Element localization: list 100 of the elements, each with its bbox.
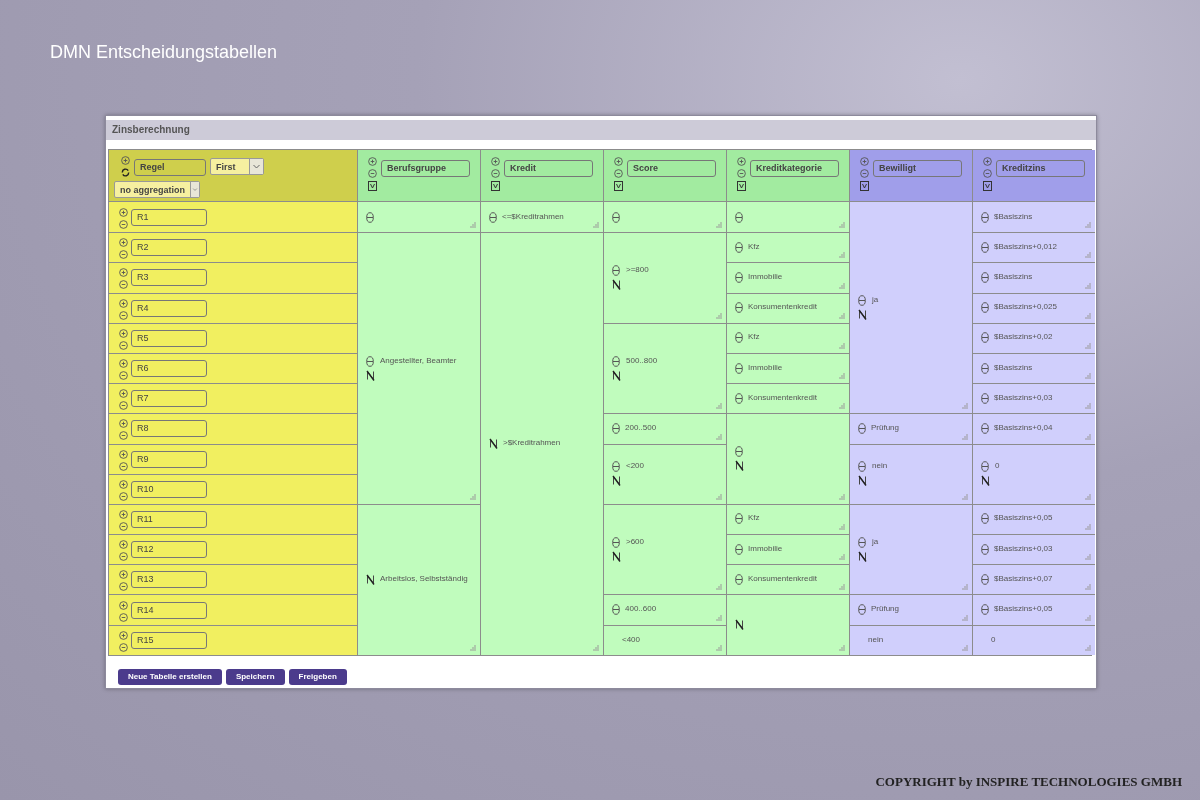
resize-grip-icon[interactable] — [1085, 312, 1091, 319]
expression-icon[interactable] — [981, 302, 989, 314]
add-icon[interactable] — [119, 268, 128, 278]
rule-id-input[interactable]: R2 — [131, 239, 207, 257]
negate-icon[interactable] — [612, 278, 621, 290]
expression-icon[interactable] — [366, 211, 374, 223]
column-name-input[interactable]: Kreditzins — [996, 160, 1085, 177]
add-icon[interactable] — [119, 449, 128, 459]
add-icon[interactable] — [119, 570, 128, 580]
expression-icon[interactable] — [981, 241, 989, 253]
expression-icon[interactable] — [366, 355, 374, 367]
add-icon[interactable] — [119, 328, 128, 338]
add-icon[interactable] — [860, 157, 869, 166]
negate-icon[interactable] — [612, 550, 621, 562]
remove-icon[interactable] — [119, 461, 128, 471]
resize-grip-icon[interactable] — [962, 614, 968, 621]
negate-icon[interactable] — [366, 369, 375, 381]
resize-grip-icon[interactable] — [716, 644, 722, 651]
expression-icon[interactable] — [981, 211, 989, 223]
column-name-input[interactable]: Berufsgruppe — [381, 160, 470, 177]
rule-id-input[interactable]: R1 — [131, 208, 207, 226]
rule-id-input[interactable]: R13 — [131, 571, 207, 589]
add-icon[interactable] — [491, 157, 500, 166]
resize-grip-icon[interactable] — [1085, 493, 1091, 500]
remove-icon[interactable] — [119, 401, 128, 411]
expression-icon[interactable] — [735, 513, 743, 525]
remove-icon[interactable] — [119, 250, 128, 260]
resize-grip-icon[interactable] — [470, 644, 476, 651]
expression-icon[interactable] — [981, 392, 989, 404]
expression-icon[interactable] — [981, 271, 989, 283]
add-icon[interactable] — [119, 630, 128, 640]
resize-grip-icon[interactable] — [1085, 644, 1091, 651]
resize-grip-icon[interactable] — [716, 312, 722, 319]
resize-grip-icon[interactable] — [962, 493, 968, 500]
action-button[interactable]: Speichern — [225, 668, 285, 685]
expression-icon[interactable] — [612, 604, 620, 616]
remove-icon[interactable] — [119, 521, 128, 531]
remove-icon[interactable] — [983, 169, 992, 178]
rule-id-input[interactable]: R12 — [131, 541, 207, 559]
rule-id-input[interactable]: R6 — [131, 360, 207, 378]
expression-icon[interactable] — [981, 513, 989, 525]
rule-id-input[interactable]: R15 — [131, 631, 207, 649]
negate-icon[interactable] — [366, 573, 375, 585]
expression-icon[interactable] — [489, 211, 497, 223]
remove-icon[interactable] — [614, 169, 623, 178]
resize-grip-icon[interactable] — [1085, 614, 1091, 621]
resize-grip-icon[interactable] — [962, 644, 968, 651]
resize-grip-icon[interactable] — [962, 403, 968, 410]
negate-icon[interactable] — [858, 550, 867, 562]
expression-icon[interactable] — [735, 302, 743, 314]
action-button[interactable]: Neue Tabelle erstellen — [118, 668, 222, 685]
add-icon[interactable] — [121, 156, 130, 165]
remove-icon[interactable] — [119, 371, 128, 381]
add-icon[interactable] — [119, 207, 128, 217]
resize-grip-icon[interactable] — [839, 312, 845, 319]
rule-id-input[interactable]: R10 — [131, 480, 207, 498]
expression-icon[interactable] — [858, 422, 866, 434]
resize-grip-icon[interactable] — [839, 493, 845, 500]
rule-id-input[interactable]: R4 — [131, 299, 207, 317]
negate-icon[interactable] — [612, 369, 621, 381]
resize-grip-icon[interactable] — [1085, 342, 1091, 349]
column-name-input[interactable]: Score — [627, 160, 716, 177]
add-icon[interactable] — [119, 298, 128, 308]
add-icon[interactable] — [614, 157, 623, 166]
remove-icon[interactable] — [119, 431, 128, 441]
resize-grip-icon[interactable] — [470, 493, 476, 500]
expression-icon[interactable] — [612, 355, 620, 367]
resize-grip-icon[interactable] — [1085, 524, 1091, 531]
resize-grip-icon[interactable] — [716, 222, 722, 229]
resize-grip-icon[interactable] — [716, 614, 722, 621]
expression-icon[interactable] — [735, 211, 743, 223]
refresh-icon[interactable] — [121, 168, 130, 177]
resize-grip-icon[interactable] — [1085, 403, 1091, 410]
expression-icon[interactable] — [735, 392, 743, 404]
column-name-input[interactable]: Kredit — [504, 160, 593, 177]
add-icon[interactable] — [119, 238, 128, 248]
type-icon[interactable] — [491, 181, 500, 191]
type-icon[interactable] — [368, 181, 377, 191]
type-icon[interactable] — [737, 181, 746, 191]
resize-grip-icon[interactable] — [716, 493, 722, 500]
resize-grip-icon[interactable] — [1085, 252, 1091, 259]
expression-icon[interactable] — [981, 362, 989, 374]
resize-grip-icon[interactable] — [1085, 584, 1091, 591]
remove-icon[interactable] — [119, 310, 128, 320]
aggregation-select[interactable]: no aggregation — [114, 181, 200, 198]
rule-id-input[interactable]: R14 — [131, 601, 207, 619]
resize-grip-icon[interactable] — [1085, 222, 1091, 229]
remove-icon[interactable] — [368, 169, 377, 178]
resize-grip-icon[interactable] — [839, 403, 845, 410]
resize-grip-icon[interactable] — [839, 584, 845, 591]
resize-grip-icon[interactable] — [839, 644, 845, 651]
negate-icon[interactable] — [612, 475, 621, 487]
expression-icon[interactable] — [612, 264, 620, 276]
resize-grip-icon[interactable] — [839, 282, 845, 289]
type-icon[interactable] — [614, 181, 623, 191]
expression-icon[interactable] — [981, 422, 989, 434]
remove-icon[interactable] — [119, 612, 128, 622]
expression-icon[interactable] — [981, 332, 989, 344]
add-icon[interactable] — [119, 359, 128, 369]
add-icon[interactable] — [119, 600, 128, 610]
